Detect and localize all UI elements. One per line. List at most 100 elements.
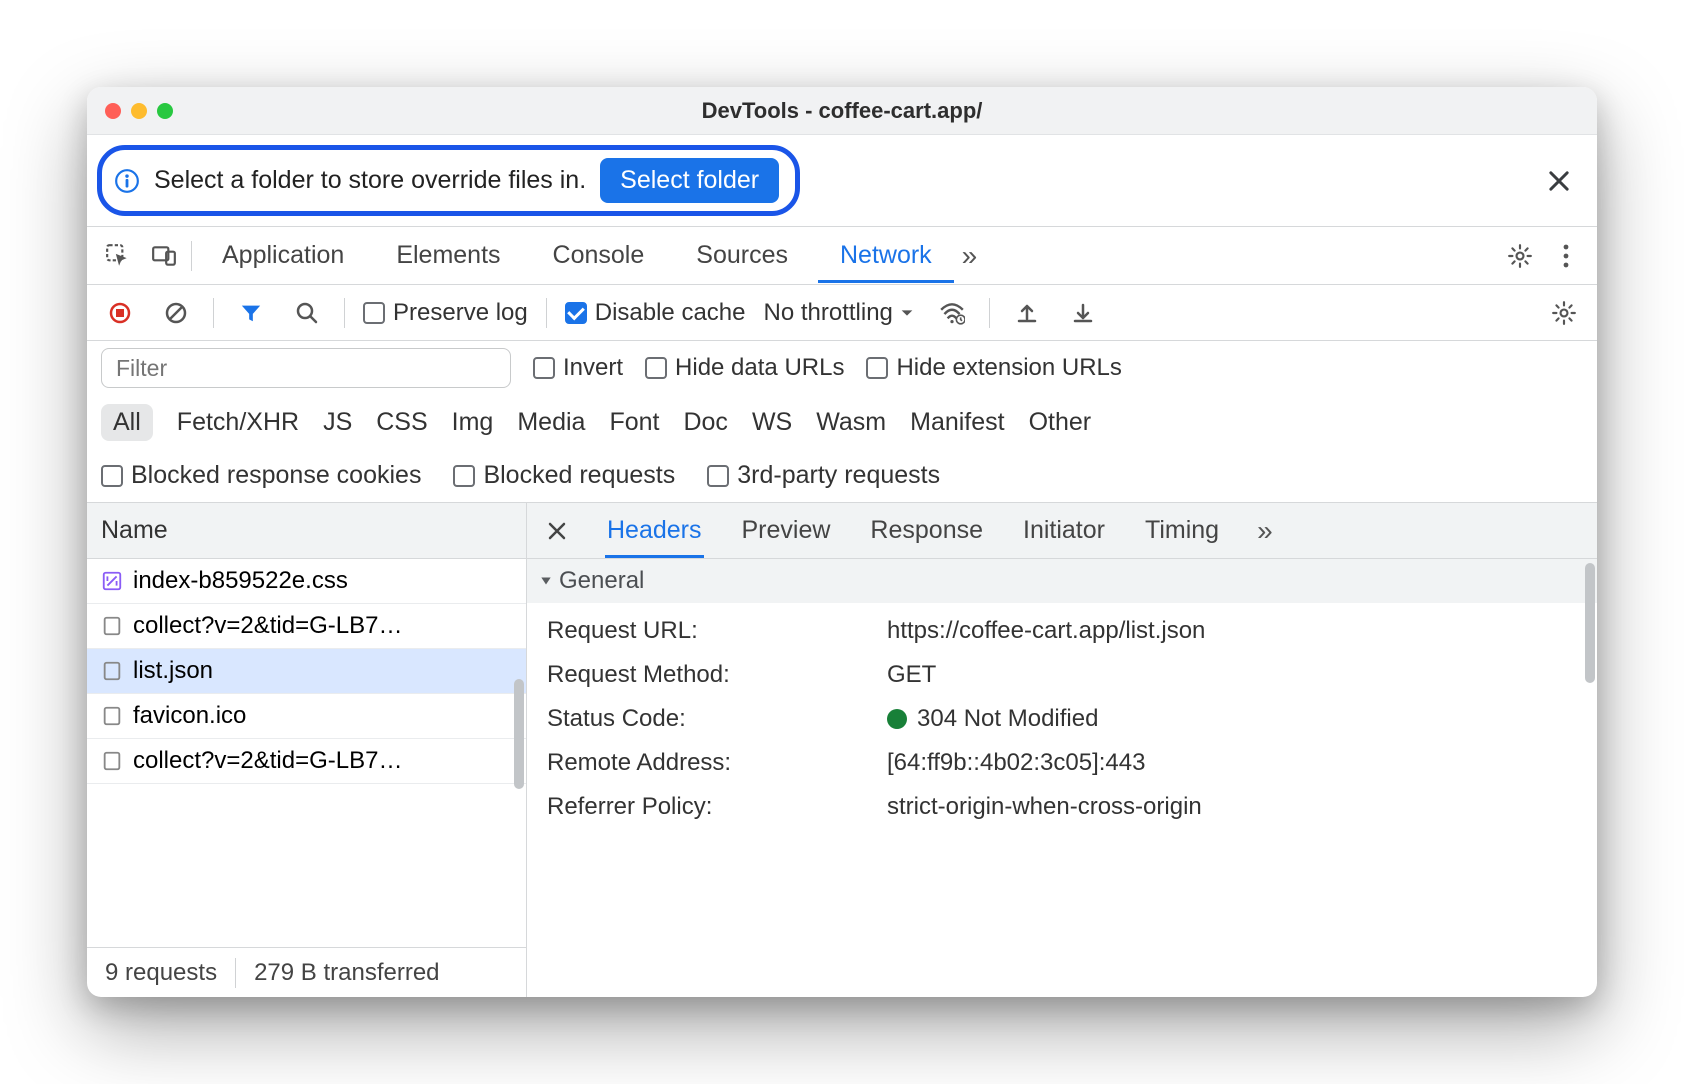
request-row[interactable]: list.json bbox=[87, 649, 526, 694]
requests-footer: 9 requests 279 B transferred bbox=[87, 947, 526, 997]
request-row[interactable]: collect?v=2&tid=G-LB7… bbox=[87, 604, 526, 649]
details-tab-timing[interactable]: Timing bbox=[1143, 504, 1221, 557]
tab-console[interactable]: Console bbox=[531, 229, 667, 282]
close-details-icon[interactable] bbox=[545, 519, 569, 543]
minimize-window-button[interactable] bbox=[131, 103, 147, 119]
window-title: DevTools - coffee-cart.app/ bbox=[87, 98, 1597, 124]
info-icon bbox=[114, 168, 140, 194]
type-css[interactable]: CSS bbox=[376, 408, 427, 437]
tab-elements[interactable]: Elements bbox=[374, 229, 522, 282]
tab-sources[interactable]: Sources bbox=[674, 229, 810, 282]
type-wasm[interactable]: Wasm bbox=[816, 408, 886, 437]
checkbox-icon bbox=[565, 302, 587, 324]
scrollbar-thumb[interactable] bbox=[514, 679, 524, 789]
hide-data-urls-checkbox[interactable]: Hide data URLs bbox=[645, 354, 844, 382]
type-font[interactable]: Font bbox=[609, 408, 659, 437]
details-tab-initiator[interactable]: Initiator bbox=[1021, 504, 1107, 557]
checkbox-icon bbox=[533, 357, 555, 379]
details-tabs: Headers Preview Response Initiator Timin… bbox=[527, 503, 1597, 559]
request-row[interactable]: collect?v=2&tid=G-LB7… bbox=[87, 739, 526, 784]
request-name: favicon.ico bbox=[133, 702, 246, 730]
network-conditions-icon[interactable] bbox=[933, 294, 971, 332]
type-all[interactable]: All bbox=[101, 404, 153, 441]
blocked-requests-checkbox[interactable]: Blocked requests bbox=[453, 461, 675, 490]
third-party-checkbox[interactable]: 3rd-party requests bbox=[707, 461, 940, 490]
download-har-icon[interactable] bbox=[1064, 294, 1102, 332]
requests-count: 9 requests bbox=[87, 959, 235, 987]
main-tabbar: Application Elements Console Sources Net… bbox=[87, 227, 1597, 285]
close-window-button[interactable] bbox=[105, 103, 121, 119]
type-fetch-xhr[interactable]: Fetch/XHR bbox=[177, 408, 299, 437]
requests-header[interactable]: Name bbox=[87, 503, 526, 559]
settings-gear-icon[interactable] bbox=[1501, 237, 1539, 275]
scrollbar-thumb[interactable] bbox=[1585, 563, 1595, 683]
collapse-triangle-icon bbox=[539, 574, 553, 588]
preserve-log-checkbox[interactable]: Preserve log bbox=[363, 299, 528, 327]
type-manifest[interactable]: Manifest bbox=[910, 408, 1004, 437]
status-dot-icon bbox=[887, 709, 907, 729]
more-tabs-icon[interactable]: » bbox=[962, 240, 978, 272]
upload-har-icon[interactable] bbox=[1008, 294, 1046, 332]
filter-input[interactable] bbox=[101, 348, 511, 388]
disable-cache-label: Disable cache bbox=[595, 299, 746, 327]
status-text: 304 Not Modified bbox=[917, 705, 1098, 732]
hide-ext-urls-checkbox[interactable]: Hide extension URLs bbox=[866, 354, 1121, 382]
filter-icon[interactable] bbox=[232, 294, 270, 332]
extra-filter-bar: Blocked response cookies Blocked request… bbox=[87, 449, 1597, 503]
invert-checkbox[interactable]: Invert bbox=[533, 354, 623, 382]
throttling-dropdown[interactable]: No throttling bbox=[763, 299, 914, 327]
inspect-icon[interactable] bbox=[99, 237, 137, 275]
record-icon[interactable] bbox=[101, 294, 139, 332]
more-details-tabs-icon[interactable]: » bbox=[1257, 515, 1273, 547]
network-toolbar: Preserve log Disable cache No throttling bbox=[87, 285, 1597, 341]
details-tab-response[interactable]: Response bbox=[868, 504, 985, 557]
type-media[interactable]: Media bbox=[517, 408, 585, 437]
kv-row: Request Method: GET bbox=[547, 653, 1577, 697]
generic-file-icon bbox=[101, 705, 123, 727]
close-infobar-icon[interactable] bbox=[1545, 167, 1573, 195]
device-toggle-icon[interactable] bbox=[145, 237, 183, 275]
request-name: collect?v=2&tid=G-LB7… bbox=[133, 747, 402, 775]
tab-application[interactable]: Application bbox=[200, 229, 366, 282]
details-panel: Headers Preview Response Initiator Timin… bbox=[527, 503, 1597, 997]
hide-ext-urls-label: Hide extension URLs bbox=[896, 354, 1121, 382]
window-controls bbox=[105, 103, 173, 119]
general-section-header[interactable]: General bbox=[527, 559, 1597, 603]
clear-icon[interactable] bbox=[157, 294, 195, 332]
checkbox-icon bbox=[866, 357, 888, 379]
throttling-label: No throttling bbox=[763, 299, 892, 327]
blocked-cookies-checkbox[interactable]: Blocked response cookies bbox=[101, 461, 421, 490]
disable-cache-checkbox[interactable]: Disable cache bbox=[565, 299, 746, 327]
select-folder-button[interactable]: Select folder bbox=[600, 158, 779, 203]
divider bbox=[191, 241, 192, 271]
filter-bar: Invert Hide data URLs Hide extension URL… bbox=[87, 341, 1597, 395]
generic-file-icon bbox=[101, 615, 123, 637]
request-name: collect?v=2&tid=G-LB7… bbox=[133, 612, 402, 640]
divider bbox=[546, 298, 547, 328]
kv-row: Request URL: https://coffee-cart.app/lis… bbox=[547, 609, 1577, 653]
kv-value: 304 Not Modified bbox=[887, 705, 1577, 733]
request-row[interactable]: favicon.ico bbox=[87, 694, 526, 739]
search-icon[interactable] bbox=[288, 294, 326, 332]
type-img[interactable]: Img bbox=[452, 408, 494, 437]
type-other[interactable]: Other bbox=[1029, 408, 1092, 437]
more-menu-icon[interactable] bbox=[1547, 237, 1585, 275]
details-tab-preview[interactable]: Preview bbox=[740, 504, 833, 557]
tab-network[interactable]: Network bbox=[818, 229, 954, 283]
maximize-window-button[interactable] bbox=[157, 103, 173, 119]
request-name: list.json bbox=[133, 657, 213, 685]
requests-list: index-b859522e.css collect?v=2&tid=G-LB7… bbox=[87, 559, 526, 947]
kv-row: Remote Address: [64:ff9b::4b02:3c05]:443 bbox=[547, 741, 1577, 785]
info-highlight: Select a folder to store override files … bbox=[97, 145, 800, 216]
content: Name index-b859522e.css collect?v=2&tid=… bbox=[87, 503, 1597, 997]
third-party-label: 3rd-party requests bbox=[737, 461, 940, 490]
kv-value: https://coffee-cart.app/list.json bbox=[887, 617, 1577, 645]
network-settings-gear-icon[interactable] bbox=[1545, 294, 1583, 332]
divider bbox=[989, 298, 990, 328]
details-tab-headers[interactable]: Headers bbox=[605, 504, 704, 558]
request-row[interactable]: index-b859522e.css bbox=[87, 559, 526, 604]
type-js[interactable]: JS bbox=[323, 408, 352, 437]
kv-key: Request Method: bbox=[547, 661, 887, 689]
type-ws[interactable]: WS bbox=[752, 408, 792, 437]
type-doc[interactable]: Doc bbox=[683, 408, 727, 437]
